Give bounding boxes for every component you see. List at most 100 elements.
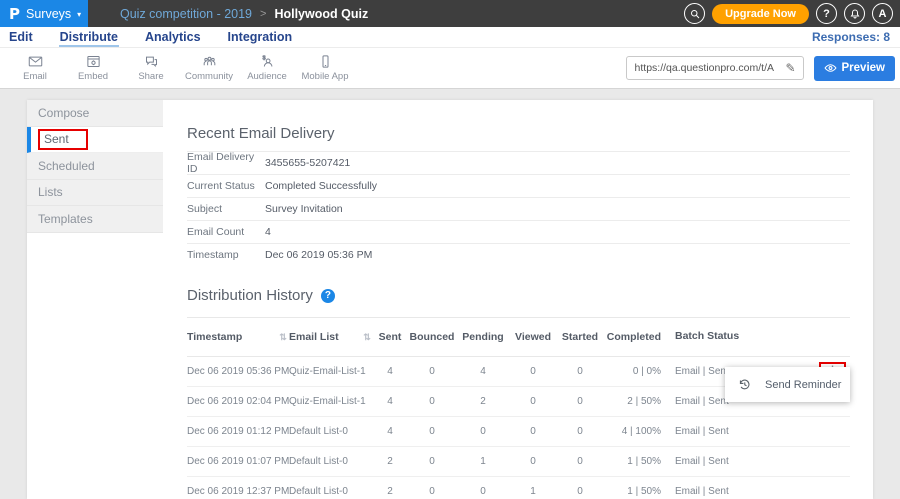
toolbar-item-label: Mobile App bbox=[301, 71, 348, 82]
help-icon[interactable]: ? bbox=[321, 289, 335, 303]
upgrade-now-button[interactable]: Upgrade Now bbox=[712, 4, 809, 24]
questionpro-logo: P bbox=[9, 5, 20, 23]
cell-email-list: Quiz-Email-List-1 bbox=[289, 396, 361, 407]
column-header-viewed: Viewed bbox=[509, 331, 557, 343]
toolbar-item-community[interactable]: Community bbox=[180, 54, 238, 82]
bell-icon bbox=[849, 8, 861, 20]
toolbar-item-label: Share bbox=[138, 71, 163, 82]
toolbar-item-audience[interactable]: $ Audience bbox=[238, 54, 296, 82]
detail-label: Email Delivery ID bbox=[187, 151, 265, 175]
cell-pending: 2 bbox=[457, 396, 509, 407]
column-header-timestamp[interactable]: Timestamp bbox=[187, 331, 277, 343]
detail-label: Current Status bbox=[187, 180, 265, 192]
detail-label: Subject bbox=[187, 203, 265, 215]
column-header-started: Started bbox=[557, 331, 603, 343]
cell-started: 0 bbox=[557, 396, 603, 407]
row-context-menu: Send Reminder bbox=[725, 367, 850, 402]
cell-completed: 1 | 50% bbox=[603, 456, 661, 467]
surveys-product-menu[interactable]: P Surveys ▾ bbox=[0, 0, 88, 27]
survey-url-input[interactable] bbox=[627, 62, 779, 74]
topbar-actions: Upgrade Now ? A bbox=[684, 0, 900, 27]
toolbar-item-mobile-app[interactable]: Mobile App bbox=[296, 54, 354, 82]
help-button[interactable]: ? bbox=[816, 3, 837, 24]
search-button[interactable] bbox=[684, 3, 705, 24]
recent-delivery-details: Email Delivery ID 3455655-5207421 Curren… bbox=[187, 151, 850, 266]
sidebar-item-scheduled[interactable]: Scheduled bbox=[27, 153, 163, 180]
sidebar-item-compose[interactable]: Compose bbox=[27, 100, 163, 127]
cell-sent: 4 bbox=[373, 396, 407, 407]
detail-row: Subject Survey Invitation bbox=[187, 197, 850, 220]
embed-icon bbox=[85, 54, 102, 69]
responses-count[interactable]: Responses: 8 bbox=[812, 30, 890, 44]
breadcrumb: Quiz competition - 2019 > Hollywood Quiz bbox=[88, 0, 684, 27]
audience-icon: $ bbox=[259, 54, 276, 69]
search-icon bbox=[689, 8, 701, 20]
toolbar-item-label: Community bbox=[185, 71, 233, 82]
cell-sent: 2 bbox=[373, 486, 407, 497]
edit-url-pencil-icon[interactable]: ✎ bbox=[778, 61, 802, 75]
content-card: Compose Sent Scheduled Lists Templates R… bbox=[27, 100, 873, 499]
column-header-sent: Sent bbox=[373, 331, 407, 343]
detail-value: Survey Invitation bbox=[265, 203, 343, 215]
detail-row: Email Delivery ID 3455655-5207421 bbox=[187, 151, 850, 174]
cell-viewed: 0 bbox=[509, 456, 557, 467]
cell-sent: 4 bbox=[373, 426, 407, 437]
sidebar-item-lists[interactable]: Lists bbox=[27, 180, 163, 207]
table-row: Dec 06 2019 01:12 PM Default List-0 4 0 … bbox=[187, 417, 850, 447]
cell-viewed: 0 bbox=[509, 426, 557, 437]
cell-bounced: 0 bbox=[407, 456, 457, 467]
cell-completed: 2 | 50% bbox=[603, 396, 661, 407]
sort-icon[interactable]: ⇅ bbox=[277, 332, 289, 343]
tab-integration[interactable]: Integration bbox=[227, 28, 294, 47]
menu-item-send-reminder[interactable]: Send Reminder bbox=[765, 379, 841, 391]
cell-bounced: 0 bbox=[407, 396, 457, 407]
preview-label: Preview bbox=[842, 62, 885, 74]
cell-pending: 1 bbox=[457, 456, 509, 467]
notifications-button[interactable] bbox=[844, 3, 865, 24]
toolbar-item-embed[interactable]: Embed bbox=[64, 54, 122, 82]
distribution-history-table: Timestamp ⇅ Email List ⇅ Sent Bounced Pe… bbox=[187, 317, 850, 499]
sidebar-item-templates[interactable]: Templates bbox=[27, 206, 163, 233]
table-row: Dec 06 2019 12:37 PM Default List-0 2 0 … bbox=[187, 477, 850, 499]
share-icon bbox=[143, 54, 160, 69]
chevron-down-icon: ▾ bbox=[77, 10, 81, 19]
column-header-email-list[interactable]: Email List bbox=[289, 331, 361, 343]
cell-bounced: 0 bbox=[407, 366, 457, 377]
community-icon bbox=[201, 54, 218, 69]
cell-batch-status: Email | Sent bbox=[675, 456, 753, 467]
toolbar-item-email[interactable]: Email bbox=[6, 54, 64, 82]
cell-viewed: 1 bbox=[509, 486, 557, 497]
detail-value: Completed Successfully bbox=[265, 180, 377, 192]
toolbar-item-share[interactable]: Share bbox=[122, 54, 180, 82]
product-menu-label: Surveys bbox=[26, 7, 71, 21]
top-bar: P Surveys ▾ Quiz competition - 2019 > Ho… bbox=[0, 0, 900, 27]
account-avatar[interactable]: A bbox=[872, 3, 893, 24]
cell-timestamp: Dec 06 2019 12:37 PM bbox=[187, 486, 277, 497]
cell-bounced: 0 bbox=[407, 426, 457, 437]
cell-timestamp: Dec 06 2019 01:07 PM bbox=[187, 456, 277, 467]
sent-main-panel: Recent Email Delivery Email Delivery ID … bbox=[163, 100, 873, 499]
cell-sent: 4 bbox=[373, 366, 407, 377]
distribution-history-title: Distribution History ? bbox=[187, 287, 850, 304]
tab-edit[interactable]: Edit bbox=[8, 28, 34, 47]
eye-icon bbox=[824, 63, 837, 73]
cell-batch-status: Email | Sent bbox=[675, 486, 753, 497]
detail-value: 4 bbox=[265, 226, 271, 238]
sort-icon[interactable]: ⇅ bbox=[361, 332, 373, 343]
column-header-bounced: Bounced bbox=[407, 331, 457, 343]
tab-analytics[interactable]: Analytics bbox=[144, 28, 202, 47]
cell-started: 0 bbox=[557, 456, 603, 467]
breadcrumb-folder[interactable]: Quiz competition - 2019 bbox=[120, 7, 252, 21]
mobile-app-icon bbox=[317, 54, 334, 69]
tab-distribute[interactable]: Distribute bbox=[59, 28, 119, 47]
sidebar-item-label: Sent bbox=[44, 132, 69, 146]
sidebar-item-sent[interactable]: Sent bbox=[27, 127, 163, 154]
cell-pending: 4 bbox=[457, 366, 509, 377]
cell-email-list: Quiz-Email-List-1 bbox=[289, 366, 361, 377]
preview-button[interactable]: Preview bbox=[814, 56, 895, 81]
cell-timestamp: Dec 06 2019 05:36 PM bbox=[187, 366, 277, 377]
cell-started: 0 bbox=[557, 366, 603, 377]
breadcrumb-separator: > bbox=[260, 8, 266, 20]
detail-value: 3455655-5207421 bbox=[265, 157, 350, 169]
detail-label: Timestamp bbox=[187, 249, 265, 261]
